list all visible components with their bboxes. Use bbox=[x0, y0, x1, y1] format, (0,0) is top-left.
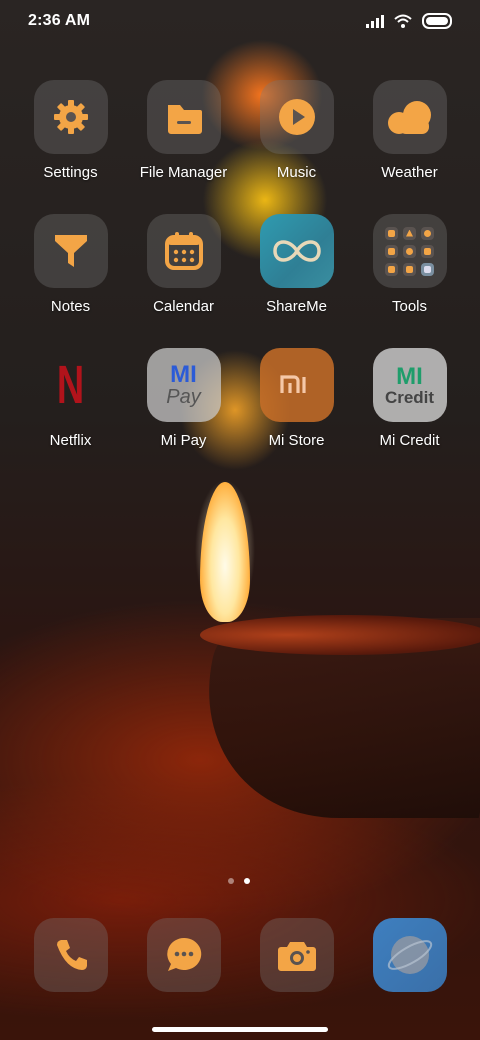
app-label: Mi Pay bbox=[160, 432, 207, 449]
oil-lamp-rim bbox=[200, 615, 480, 655]
status-bar: 2:36 AM bbox=[0, 0, 480, 44]
app-label: Tools bbox=[391, 298, 428, 315]
netflix-logo-icon: N bbox=[34, 348, 108, 422]
app-label: Mi Credit bbox=[379, 432, 440, 449]
cloud-icon bbox=[372, 80, 447, 154]
app-weather[interactable]: Weather bbox=[353, 80, 466, 181]
app-tools[interactable]: Tools bbox=[353, 214, 466, 315]
app-label: Notes bbox=[50, 298, 91, 315]
app-mi-pay[interactable]: MI Pay Mi Pay bbox=[127, 348, 240, 449]
calendar-icon bbox=[146, 214, 221, 288]
app-label: Settings bbox=[43, 164, 98, 181]
signal-icon bbox=[366, 14, 384, 28]
mi-credit-icon: MI Credit bbox=[372, 348, 447, 422]
tools-icon bbox=[372, 214, 447, 288]
status-time: 2:36 AM bbox=[28, 12, 91, 29]
app-mi-store[interactable]: Mi Store bbox=[240, 348, 353, 449]
app-label: Netflix bbox=[49, 432, 92, 449]
page-dot[interactable] bbox=[228, 878, 234, 884]
dock-messages[interactable] bbox=[127, 918, 240, 992]
battery-icon bbox=[422, 13, 452, 29]
app-label: Calendar bbox=[153, 298, 214, 315]
app-label: ShareMe bbox=[266, 298, 327, 315]
messages-icon bbox=[146, 918, 221, 992]
dock-camera[interactable] bbox=[240, 918, 353, 992]
app-shareme[interactable]: ShareMe bbox=[240, 214, 353, 315]
page-indicator bbox=[228, 878, 250, 884]
app-label: Weather bbox=[381, 164, 438, 181]
app-label: Music bbox=[276, 164, 317, 181]
phone-icon bbox=[33, 918, 108, 992]
home-gesture-bar[interactable] bbox=[152, 1027, 328, 1032]
status-icons bbox=[366, 13, 452, 29]
mi-pay-logo-sub: Pay bbox=[166, 386, 201, 408]
mi-pay-logo-text: MI bbox=[170, 361, 197, 388]
mi-credit-logo-sub: Credit bbox=[384, 387, 435, 407]
app-label: Mi Store bbox=[268, 432, 325, 449]
infinity-icon bbox=[259, 214, 334, 288]
app-file-manager[interactable]: File Manager bbox=[127, 80, 240, 181]
notes-icon bbox=[33, 214, 108, 288]
dock-browser[interactable] bbox=[353, 918, 466, 992]
app-music[interactable]: Music bbox=[240, 80, 353, 181]
app-label: File Manager bbox=[139, 164, 228, 181]
dock-phone[interactable] bbox=[14, 918, 127, 992]
app-netflix[interactable]: N Netflix bbox=[14, 348, 127, 449]
wifi-icon bbox=[394, 14, 412, 28]
gear-icon bbox=[33, 80, 108, 154]
candle-flame bbox=[200, 482, 250, 622]
folder-icon bbox=[146, 80, 221, 154]
browser-icon bbox=[372, 918, 447, 992]
play-icon bbox=[259, 80, 334, 154]
netflix-logo-text: N bbox=[56, 355, 85, 415]
mi-store-icon bbox=[259, 348, 334, 422]
camera-icon bbox=[259, 918, 334, 992]
page-dot-active[interactable] bbox=[244, 878, 250, 884]
app-mi-credit[interactable]: MI Credit Mi Credit bbox=[353, 348, 466, 449]
mi-credit-logo-text: MI bbox=[396, 362, 423, 390]
app-settings[interactable]: Settings bbox=[14, 80, 127, 181]
app-calendar[interactable]: Calendar bbox=[127, 214, 240, 315]
app-notes[interactable]: Notes bbox=[14, 214, 127, 315]
mi-pay-icon: MI Pay bbox=[146, 348, 221, 422]
